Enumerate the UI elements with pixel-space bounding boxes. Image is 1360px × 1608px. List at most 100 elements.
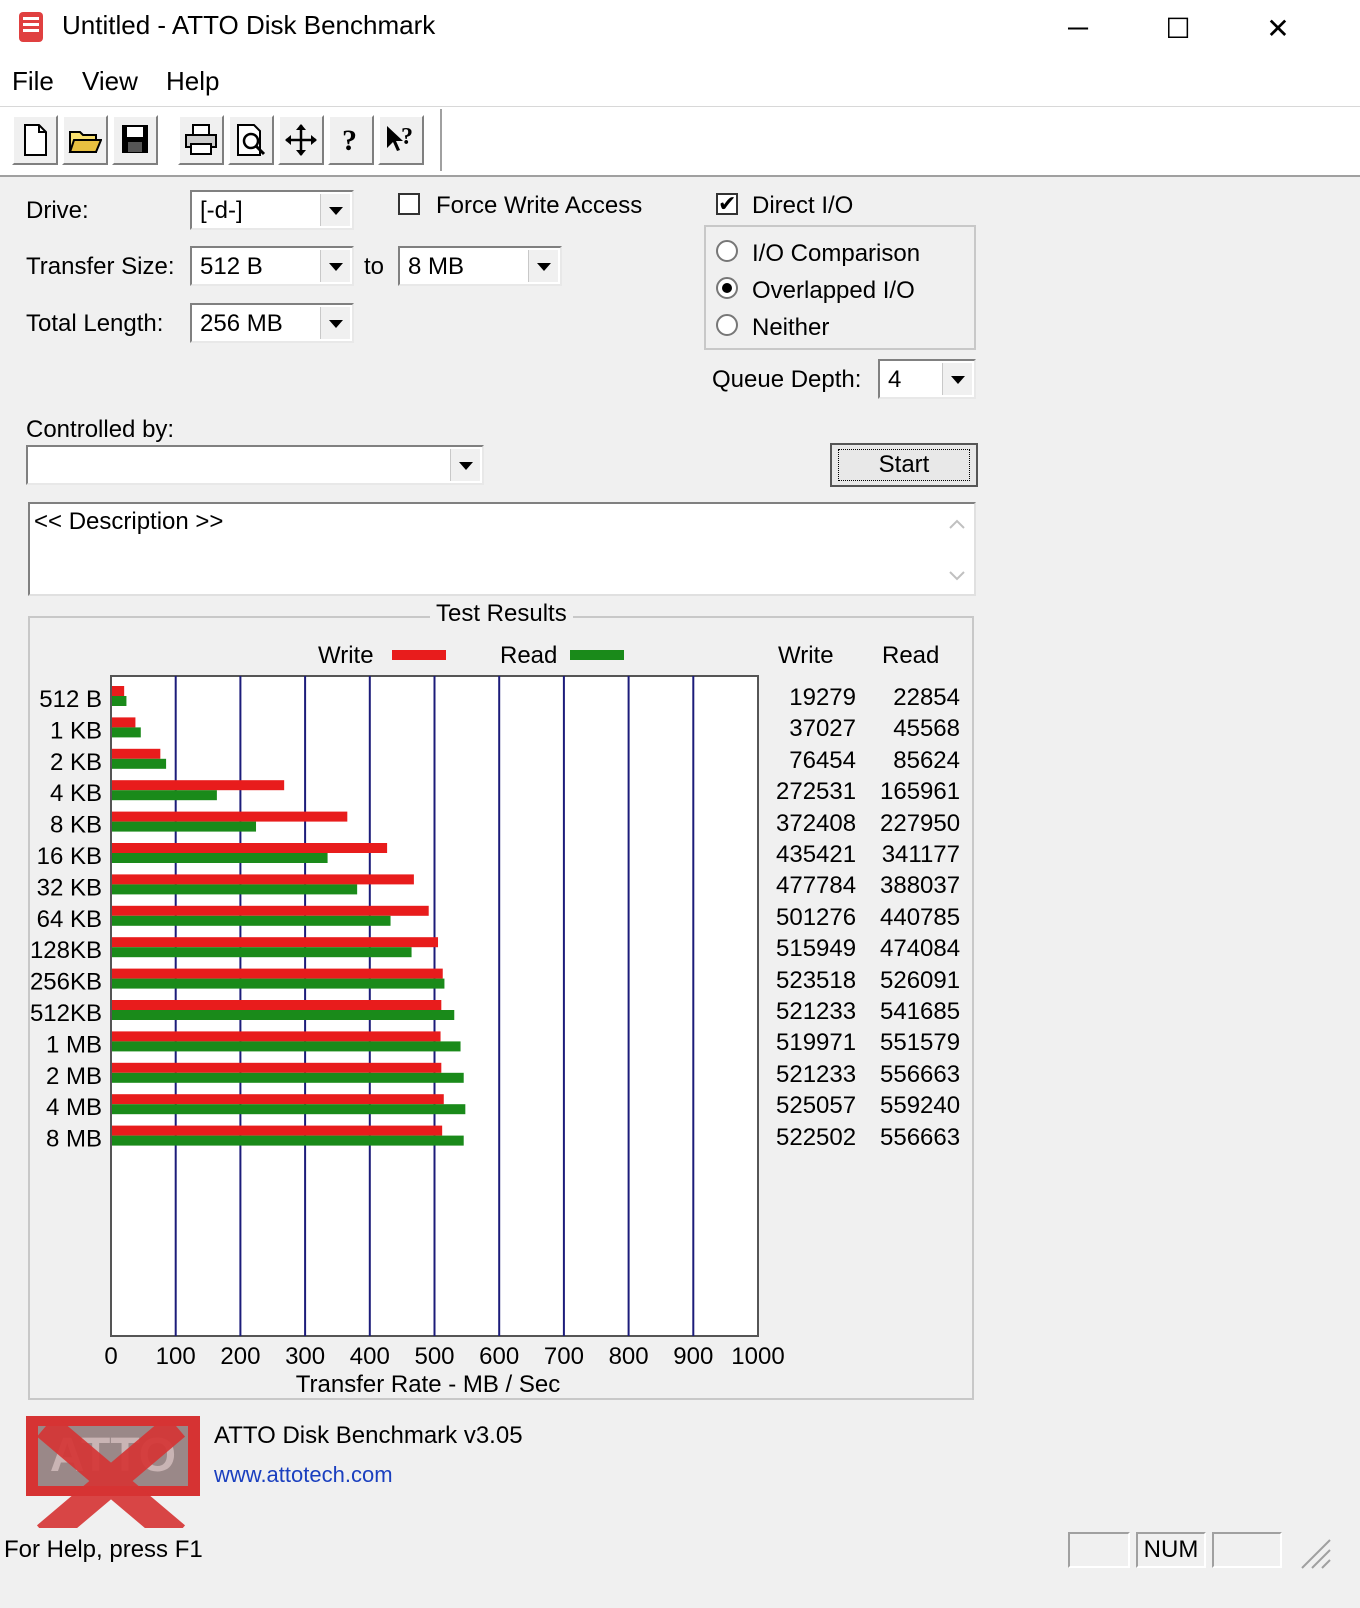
bar-write: [112, 1062, 442, 1073]
maximize-button[interactable]: ☐: [1128, 0, 1228, 56]
write-value: 501276: [776, 903, 857, 931]
app-version: ATTO Disk Benchmark v3.05: [214, 1422, 523, 1449]
read-value: 541685: [880, 998, 961, 1025]
write-value: 519971: [776, 1029, 857, 1057]
write-value: 523518: [776, 966, 857, 994]
bar-write: [112, 874, 414, 885]
bar-read: [112, 1041, 461, 1052]
x-tick-label: 400: [350, 1343, 390, 1370]
x-tick-label: 600: [479, 1343, 519, 1370]
read-value: 440785: [880, 903, 961, 931]
write-value: 76454: [789, 746, 856, 774]
close-icon: ✕: [1266, 12, 1290, 44]
bar-read: [112, 1072, 464, 1083]
close-button[interactable]: ✕: [1228, 0, 1328, 56]
bar-write: [112, 937, 439, 948]
minimize-button[interactable]: ─: [1028, 0, 1128, 56]
bar-write: [112, 811, 348, 822]
bar-read: [112, 1135, 464, 1146]
bar-read: [112, 853, 328, 863]
website-link[interactable]: www.attotech.com: [214, 1462, 393, 1488]
category-label: 32 KB: [37, 874, 102, 901]
bar-write: [112, 843, 388, 853]
write-value: 477784: [776, 872, 857, 900]
write-value: 522502: [776, 1123, 857, 1151]
read-value: 556663: [880, 1123, 961, 1151]
read-value: 45568: [893, 715, 960, 743]
write-value: 272531: [776, 778, 857, 806]
write-value: 515949: [776, 935, 857, 963]
x-tick-label: 500: [414, 1343, 454, 1370]
category-label: 8 KB: [50, 812, 102, 839]
category-label: 256KB: [30, 969, 102, 996]
x-tick-label: 300: [285, 1343, 325, 1370]
bar-write: [112, 748, 161, 759]
category-label: 512KB: [30, 1000, 102, 1027]
write-value: 372408: [776, 809, 857, 837]
status-panel-scroll: [1212, 1532, 1282, 1568]
read-value: 22854: [893, 684, 960, 711]
write-value: 525057: [776, 1092, 857, 1120]
read-value: 388037: [880, 872, 961, 900]
atto-logo[interactable]: ATTO: [26, 1416, 200, 1536]
bar-read: [112, 978, 445, 989]
bar-read: [112, 696, 127, 706]
bar-write: [112, 780, 285, 791]
category-label: 2 KB: [50, 749, 102, 776]
bar-write: [112, 1094, 444, 1105]
status-help-text: For Help, press F1: [4, 1536, 203, 1563]
x-tick-label: 700: [544, 1343, 584, 1370]
x-tick-label: 1000: [731, 1343, 784, 1370]
x-tick-label: 100: [156, 1343, 196, 1370]
read-value: 341177: [881, 841, 960, 868]
x-tick-label: 800: [609, 1343, 649, 1370]
read-value: 227950: [880, 809, 961, 837]
category-label: 4 KB: [50, 780, 102, 807]
read-value: 551579: [880, 1029, 961, 1057]
bar-read: [112, 790, 217, 801]
x-tick-label: 200: [220, 1343, 260, 1370]
read-value: 85624: [893, 746, 960, 774]
bar-read: [112, 947, 412, 958]
category-label: 16 KB: [37, 843, 102, 870]
category-label: 1 KB: [50, 717, 102, 744]
bar-read: [112, 884, 358, 895]
category-label: 4 MB: [46, 1094, 102, 1121]
read-value: 474084: [880, 935, 961, 963]
category-label: 8 MB: [46, 1126, 102, 1153]
bar-read: [112, 1010, 455, 1020]
read-value: 526091: [880, 966, 961, 994]
category-label: 2 MB: [46, 1063, 102, 1090]
bar-read: [112, 1104, 466, 1115]
bar-write: [112, 968, 443, 979]
bar-write: [112, 717, 136, 728]
category-label: 128KB: [30, 937, 102, 964]
resize-grip-icon[interactable]: [1296, 1534, 1332, 1570]
read-value: 559240: [880, 1092, 961, 1120]
status-panel-num: NUM: [1136, 1532, 1206, 1568]
bar-write: [112, 1031, 441, 1042]
write-value: 19279: [789, 684, 856, 711]
bar-read: [112, 758, 167, 769]
maximize-icon: ☐: [1165, 12, 1191, 44]
bar-read: [112, 727, 141, 738]
x-tick-label: 0: [104, 1343, 117, 1370]
bar-write: [112, 1125, 443, 1136]
x-tick-label: 900: [673, 1343, 713, 1370]
bar-read: [112, 821, 257, 832]
category-label: 512 B: [39, 686, 102, 713]
bar-write: [112, 1000, 442, 1010]
read-value: 165961: [880, 778, 961, 806]
bar-write: [112, 905, 429, 916]
x-axis-label: Transfer Rate - MB / Sec: [296, 1371, 561, 1398]
bar-read: [112, 915, 391, 926]
logo-cross-overlay: [36, 1416, 186, 1536]
category-label: 1 MB: [46, 1031, 102, 1058]
write-value: 37027: [789, 715, 856, 743]
status-panel-caps: [1068, 1532, 1130, 1568]
read-value: 556663: [880, 1060, 961, 1088]
category-label: 64 KB: [37, 906, 102, 933]
bar-write: [112, 686, 125, 696]
write-value: 521233: [776, 1060, 857, 1088]
write-value: 521233: [776, 998, 857, 1025]
